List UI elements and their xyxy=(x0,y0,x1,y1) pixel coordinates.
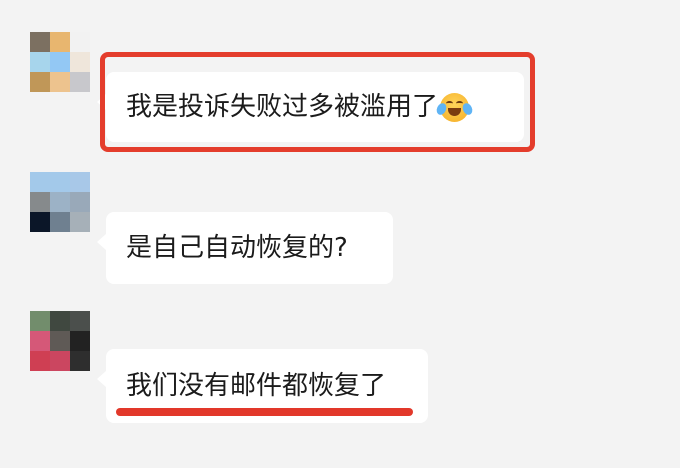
message-text: 我们没有邮件都恢复了 xyxy=(126,371,387,401)
message-bubble[interactable]: 是自己自动恢复的? xyxy=(97,212,393,284)
message-bubble[interactable]: 我是投诉失败过多被滥用了 xyxy=(97,72,524,142)
message-text: 我是投诉失败过多被滥用了 xyxy=(126,92,439,122)
crying-laughing-emoji-icon xyxy=(434,92,475,122)
avatar[interactable] xyxy=(30,172,90,232)
avatar[interactable] xyxy=(30,311,90,371)
message-text: 是自己自动恢复的? xyxy=(126,233,348,263)
avatar[interactable] xyxy=(30,32,90,92)
message-bubble[interactable]: 我们没有邮件都恢复了 xyxy=(97,349,428,423)
